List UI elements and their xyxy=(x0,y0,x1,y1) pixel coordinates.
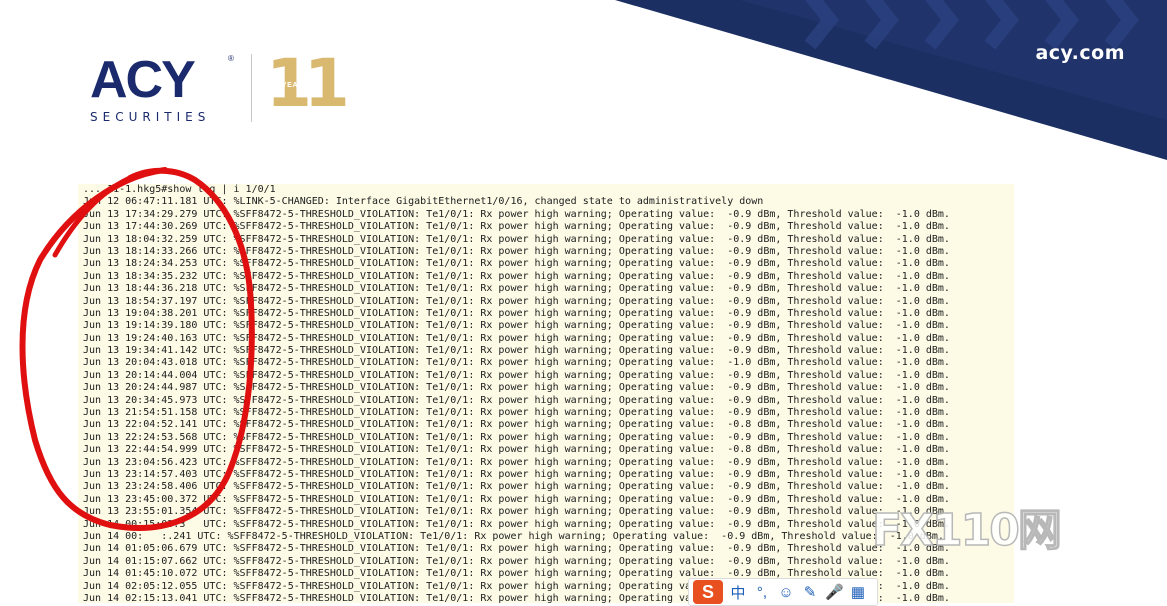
log-line: Jun 13 20:24:44.987 UTC: %SFF8472-5-THRE… xyxy=(83,382,950,394)
acy-logo: ACY ® SECURITIES 11 YEARS xyxy=(88,48,350,127)
sogou-logo-icon[interactable]: S xyxy=(693,580,723,604)
log-line: Jun 13 19:24:40.163 UTC: %SFF8472-5-THRE… xyxy=(83,332,950,344)
log-line: Jun 13 20:34:45.973 UTC: %SFF8472-5-THRE… xyxy=(83,394,950,406)
log-line: Jun 13 23:14:57.403 UTC: %SFF8472-5-THRE… xyxy=(83,468,950,480)
log-line: Jun 13 22:44:54.999 UTC: %SFF8472-5-THRE… xyxy=(83,444,950,456)
log-line: Jun 13 23:04:56.423 UTC: %SFF8472-5-THRE… xyxy=(83,456,950,468)
logo-divider xyxy=(251,54,252,122)
anniversary-label: YEARS xyxy=(282,82,309,89)
log-line: Jun 13 21:54:51.158 UTC: %SFF8472-5-THRE… xyxy=(83,407,950,419)
log-line: Jun 13 20:04:43.018 UTC: %SFF8472-5-THRE… xyxy=(83,357,950,369)
emoji-icon[interactable]: ☺ xyxy=(777,584,795,601)
log-line: Jun 13 19:04:38.201 UTC: %SFF8472-5-THRE… xyxy=(83,307,950,319)
toolbox-icon[interactable]: ▦ xyxy=(849,583,867,601)
logo-subtitle: SECURITIES xyxy=(90,110,211,124)
log-line: Jun 13 22:04:52.141 UTC: %SFF8472-5-THRE… xyxy=(83,419,950,431)
log-line: ... 11-1.hkg5#show log | i 1/0/1 xyxy=(83,184,276,195)
log-line: Jun 13 18:04:32.259 UTC: %SFF8472-5-THRE… xyxy=(83,233,950,245)
log-line: Jun 13 17:44:30.269 UTC: %SFF8472-5-THRE… xyxy=(83,221,950,233)
log-line: Jun 13 18:54:37.197 UTC: %SFF8472-5-THRE… xyxy=(83,295,950,307)
logo-wordmark: ACY xyxy=(90,51,196,109)
log-line: Jun 13 17:34:29.279 UTC: %SFF8472-5-THRE… xyxy=(83,208,950,220)
registered-mark-icon: ® xyxy=(228,54,234,63)
handwrite-icon[interactable]: ✎ xyxy=(801,583,819,601)
chinese-mode-icon[interactable]: 中 xyxy=(729,582,747,603)
log-line: Jun 13 19:14:39.180 UTC: %SFF8472-5-THRE… xyxy=(83,320,950,332)
log-line: Jun 13 18:34:35.232 UTC: %SFF8472-5-THRE… xyxy=(83,270,950,282)
log-line: Jun 13 19:34:41.142 UTC: %SFF8472-5-THRE… xyxy=(83,345,950,357)
log-line: Jun 13 20:14:44.004 UTC: %SFF8472-5-THRE… xyxy=(83,369,950,381)
watermark: FX110网 xyxy=(871,504,1062,557)
log-line: Jun 13 18:44:36.218 UTC: %SFF8472-5-THRE… xyxy=(83,283,950,295)
log-line: Jun 13 22:24:53.568 UTC: %SFF8472-5-THRE… xyxy=(83,431,950,443)
log-line: Jun 12 06:47:11.181 UTC: %LINK-5-CHANGED… xyxy=(83,196,764,208)
log-line: Jun 13 18:24:34.253 UTC: %SFF8472-5-THRE… xyxy=(83,258,950,270)
log-line: Jun 13 23:24:58.406 UTC: %SFF8472-5-THRE… xyxy=(83,481,950,493)
brand-url[interactable]: acy.com xyxy=(1035,42,1125,64)
punctuation-icon[interactable]: °, xyxy=(753,584,771,601)
ime-toolbar[interactable]: S 中 °, ☺ ✎ 🎤 ▦ xyxy=(688,578,878,606)
log-line: Jun 13 18:14:33.266 UTC: %SFF8472-5-THRE… xyxy=(83,245,950,257)
microphone-icon[interactable]: 🎤 xyxy=(825,583,844,601)
